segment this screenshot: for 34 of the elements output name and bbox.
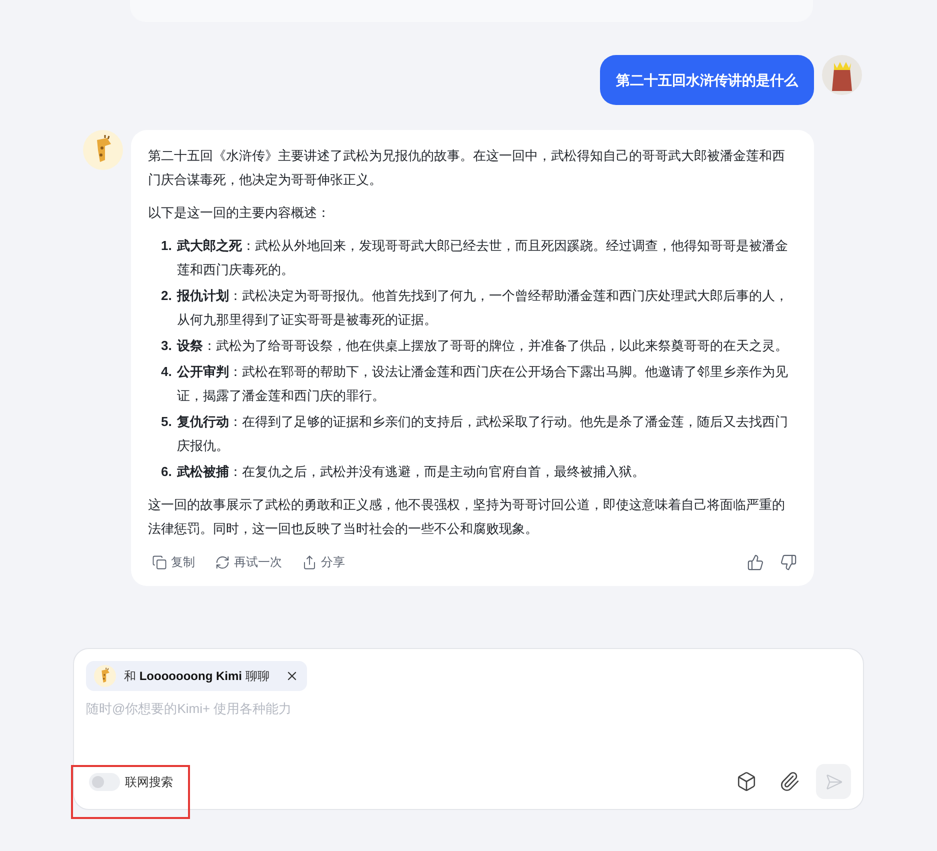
list-item: 设祭：武松为了给哥哥设祭，他在供桌上摆放了哥哥的牌位，并准备了供品，以此来祭奠哥哥的在天之灵。 — [177, 337, 788, 355]
list-number: 6. — [161, 463, 173, 481]
input-field[interactable]: 随时@你想要的Kimi+ 使用各种能力 — [86, 699, 851, 718]
refresh-icon — [215, 554, 230, 570]
chip-label: 和 Looooooong Kimi 聊聊 — [124, 668, 270, 685]
list-number: 1. — [161, 237, 173, 255]
send-icon — [824, 772, 842, 790]
paperclip-icon[interactable] — [779, 771, 800, 792]
thumbs-up-icon[interactable] — [747, 554, 764, 570]
list-item: 复仇行动：在得到了足够的证据和乡亲们的支持后，武松采取了行动。他先是杀了潘金莲，随后又去找西门庆报仇。 — [177, 413, 789, 455]
retry-button[interactable]: 再试一次 — [211, 550, 286, 574]
list-number: 2. — [161, 287, 173, 305]
paragraph: 这一回的故事展示了武松的勇敢和正义感，他不畏强权，坚持为哥哥讨回公道，即使这意味着自己将面临严重的法律惩罚。同时，这一回也反映了当时社会的一些不公和腐败现象。 — [148, 496, 786, 538]
user-message: 第二十五回水浒传讲的是什么 — [600, 55, 814, 105]
toggle-label: 联网搜索 — [125, 774, 173, 790]
cube-icon[interactable] — [736, 771, 757, 792]
share-button[interactable]: 分享 — [298, 550, 349, 574]
list-item: 报仇计划：武松决定为哥哥报仇。他首先找到了何九，一个曾经帮助潘金莲和西门庆处理武大郎后事的人，从何九那里得到了证实哥哥是被毒死的证据。 — [177, 287, 789, 329]
copy-button[interactable]: 复制 — [148, 550, 199, 574]
list-number: 4. — [161, 363, 173, 381]
share-icon — [302, 554, 317, 570]
giraffe-avatar-icon — [83, 130, 123, 170]
paragraph: 以下是这一回的主要内容概述： — [148, 204, 331, 222]
list-number: 3. — [161, 337, 173, 355]
paragraph: 第二十五回《水浒传》主要讲述了武松为兄报仇的故事。在这一回中，武松得知自己的哥哥武大郎被潘金莲和西门庆合谋毒死，他决定为哥哥伸张正义。 — [148, 147, 786, 189]
list-item: 公开审判：武松在郓哥的帮助下，设法让潘金莲和西门庆在公开场合下露出马脚。他邀请了邻里乡亲作为见证，揭露了潘金莲和西门庆的罪行。 — [177, 363, 789, 405]
web-search-toggle[interactable] — [89, 772, 120, 790]
giraffe-avatar-icon — [94, 665, 116, 687]
copy-icon — [152, 554, 167, 570]
list-item: 武松被捕：在复仇之后，武松并没有逃避，而是主动向官府自首，最终被捕入狱。 — [177, 463, 645, 481]
list-number: 5. — [161, 413, 173, 431]
list-item: 武大郎之死：武松从外地回来，发现哥哥武大郎已经去世，而且死因蹊跷。经过调查，他得知哥哥是被潘金莲和西门庆毒死的。 — [177, 237, 789, 279]
thumbs-down-icon[interactable] — [780, 554, 797, 570]
user-avatar-icon — [822, 55, 862, 95]
